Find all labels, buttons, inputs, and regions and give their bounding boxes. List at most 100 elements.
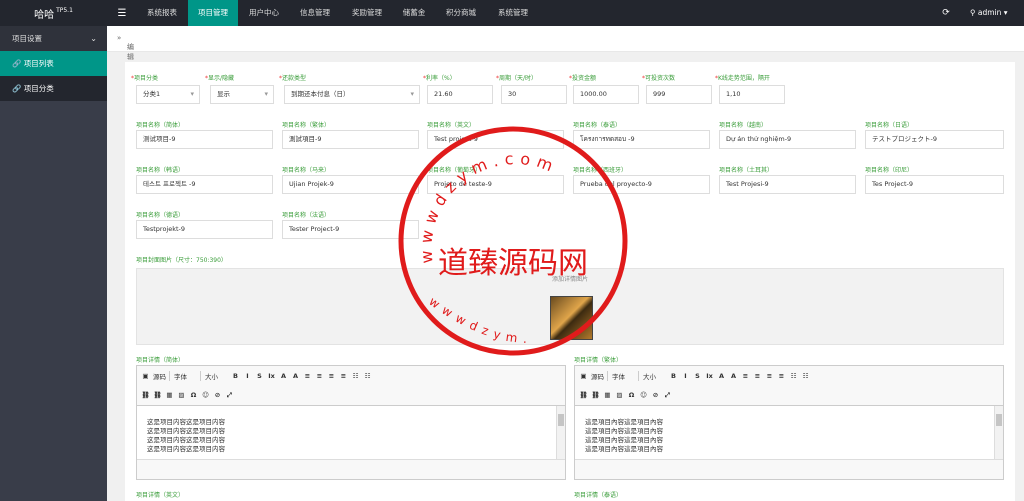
menu-icon[interactable]: ☰ bbox=[112, 0, 132, 26]
fullscreen-icon[interactable]: ⤢ bbox=[663, 391, 672, 400]
kline-range-input[interactable]: 1,10 bbox=[719, 85, 785, 104]
size-dropdown[interactable]: 大小 bbox=[638, 371, 666, 381]
align-left-button[interactable]: ≡ bbox=[741, 372, 750, 380]
nav-project-manage[interactable]: 项目管理 bbox=[188, 0, 238, 26]
italic-button[interactable]: I bbox=[681, 372, 690, 380]
table-icon[interactable]: ▦ bbox=[603, 391, 612, 399]
visibility-select[interactable]: 显示 bbox=[210, 85, 274, 104]
name-es-input[interactable]: Prueba del proyecto-9 bbox=[573, 175, 710, 194]
nav-info-manage[interactable]: 信息管理 bbox=[290, 0, 340, 26]
field-label: *项目分类 bbox=[131, 75, 159, 82]
unordered-list-button[interactable]: ☷ bbox=[363, 372, 372, 380]
name-zh-hant-input[interactable]: 測試項目-9 bbox=[282, 130, 419, 149]
emoji-icon[interactable]: ☺ bbox=[201, 391, 210, 399]
editor-statusbar bbox=[575, 459, 1003, 479]
nav-user-center[interactable]: 用户中心 bbox=[240, 0, 288, 26]
ordered-list-button[interactable]: ☷ bbox=[789, 372, 798, 380]
image-icon[interactable]: ▨ bbox=[177, 391, 186, 399]
bold-button[interactable]: B bbox=[669, 372, 678, 380]
ordered-list-button[interactable]: ☷ bbox=[351, 372, 360, 380]
special-char-icon[interactable]: Ω bbox=[189, 391, 198, 399]
name-zh-hans-input[interactable]: 测试项目-9 bbox=[136, 130, 273, 149]
nav-reward-manage[interactable]: 奖励管理 bbox=[342, 0, 392, 26]
admin-menu[interactable]: ⚲ admin ▾ bbox=[970, 0, 1008, 26]
interest-rate-input[interactable]: 21.60 bbox=[427, 85, 493, 104]
source-button[interactable]: 源码 bbox=[153, 371, 166, 381]
strike-button[interactable]: S bbox=[255, 372, 264, 380]
source-icon[interactable]: ▣ bbox=[579, 372, 588, 380]
refresh-icon[interactable]: ⟳ bbox=[938, 0, 954, 26]
name-ms-input[interactable]: Ujian Projek-9 bbox=[282, 175, 419, 194]
editor-content[interactable]: 這是項目內容這是項目內容 這是項目內容這是項目內容 這是項目內容這是項目內容 這… bbox=[575, 406, 1003, 460]
align-center-button[interactable]: ≡ bbox=[315, 372, 324, 380]
nav-system-report[interactable]: 系统报表 bbox=[137, 0, 187, 26]
align-center-button[interactable]: ≡ bbox=[753, 372, 762, 380]
justify-button[interactable]: ≡ bbox=[777, 372, 786, 380]
editor-scrollbar[interactable] bbox=[994, 406, 1003, 460]
name-tr-input[interactable]: Test Projesi-9 bbox=[719, 175, 856, 194]
category-select[interactable]: 分类1 bbox=[136, 85, 200, 104]
invest-amount-input[interactable]: 1000.00 bbox=[573, 85, 639, 104]
name-ja-input[interactable]: テストプロジェクト-9 bbox=[865, 130, 1004, 149]
image-icon[interactable]: ▨ bbox=[615, 391, 624, 399]
link-icon[interactable]: ⛓ bbox=[141, 391, 150, 399]
nav-points-mall[interactable]: 积分商城 bbox=[436, 0, 486, 26]
align-right-button[interactable]: ≡ bbox=[327, 372, 336, 380]
sidebar-item-project-list[interactable]: 🔗 项目列表 bbox=[0, 51, 107, 76]
align-left-button[interactable]: ≡ bbox=[303, 372, 312, 380]
invest-times-input[interactable]: 999 bbox=[646, 85, 712, 104]
align-right-button[interactable]: ≡ bbox=[765, 372, 774, 380]
strike-button[interactable]: S bbox=[693, 372, 702, 380]
unlink-icon[interactable]: ⛓ bbox=[153, 391, 162, 399]
italic-button[interactable]: I bbox=[243, 372, 252, 380]
sidebar-item-project-category[interactable]: 🔗 项目分类 bbox=[0, 76, 107, 101]
special-char-icon[interactable]: Ω bbox=[627, 391, 636, 399]
clear-format-button[interactable]: Ix bbox=[705, 372, 714, 380]
name-en-input[interactable]: Test project-9 bbox=[427, 130, 564, 149]
editor-content[interactable]: 这是项目内容这是项目内容 这是项目内容这是项目内容 这是项目内容这是项目内容 这… bbox=[137, 406, 565, 460]
nav-system-manage[interactable]: 系统管理 bbox=[488, 0, 538, 26]
bg-color-button[interactable]: A bbox=[729, 372, 738, 380]
period-input[interactable]: 30 bbox=[501, 85, 567, 104]
link-icon[interactable]: ⛓ bbox=[579, 391, 588, 399]
field-label: 项目名称（法语） bbox=[282, 212, 331, 219]
repayment-type-select[interactable]: 到期还本付息（日） bbox=[284, 85, 420, 104]
justify-button[interactable]: ≡ bbox=[339, 372, 348, 380]
size-dropdown[interactable]: 大小 bbox=[200, 371, 228, 381]
link-icon: 🔗 bbox=[12, 84, 22, 93]
table-icon[interactable]: ▦ bbox=[165, 391, 174, 399]
name-th-input[interactable]: โครงการทดสอบ -9 bbox=[573, 130, 710, 149]
unordered-list-button[interactable]: ☷ bbox=[801, 372, 810, 380]
add-image-caption[interactable]: 添加详情图片 bbox=[137, 274, 1003, 283]
sidebar-group-project-settings[interactable]: 项目设置 ⌄ bbox=[0, 26, 107, 51]
content-line: 这是项目内容这是项目内容 bbox=[147, 436, 225, 444]
name-pt-input[interactable]: Projeto de teste-9 bbox=[427, 175, 564, 194]
name-ko-input[interactable]: 테스트 프로젝트 -9 bbox=[136, 175, 273, 194]
text-color-button[interactable]: A bbox=[279, 372, 288, 380]
font-dropdown[interactable]: 字体 bbox=[607, 371, 635, 381]
font-dropdown[interactable]: 字体 bbox=[169, 371, 197, 381]
source-button[interactable]: 源码 bbox=[591, 371, 604, 381]
bold-button[interactable]: B bbox=[231, 372, 240, 380]
emoji-icon[interactable]: ☺ bbox=[639, 391, 648, 399]
editor-scrollbar[interactable] bbox=[556, 406, 565, 460]
editor-label: 项目详情（英文） bbox=[136, 492, 185, 499]
bg-color-button[interactable]: A bbox=[291, 372, 300, 380]
iframe-icon[interactable]: ⊘ bbox=[213, 391, 222, 399]
name-vi-input[interactable]: Dự án thử nghiệm-9 bbox=[719, 130, 856, 149]
unlink-icon[interactable]: ⛓ bbox=[591, 391, 600, 399]
name-id-input[interactable]: Tes Project-9 bbox=[865, 175, 1004, 194]
nav-savings[interactable]: 储蓄金 bbox=[394, 0, 434, 26]
version-badge: TP5.1 bbox=[56, 6, 73, 14]
fullscreen-icon[interactable]: ⤢ bbox=[225, 391, 234, 400]
name-fr-input[interactable]: Tester Project-9 bbox=[282, 220, 419, 239]
source-icon[interactable]: ▣ bbox=[141, 372, 150, 380]
app-logo[interactable]: 哈哈 TP5.1 bbox=[0, 0, 107, 26]
iframe-icon[interactable]: ⊘ bbox=[651, 391, 660, 399]
text-color-button[interactable]: A bbox=[717, 372, 726, 380]
cover-upload-area[interactable]: 添加详情图片 bbox=[136, 268, 1004, 345]
field-label: *显示/隐藏 bbox=[205, 75, 235, 82]
name-de-input[interactable]: Testprojekt-9 bbox=[136, 220, 273, 239]
clear-format-button[interactable]: Ix bbox=[267, 372, 276, 380]
cover-thumbnail[interactable] bbox=[550, 296, 593, 340]
